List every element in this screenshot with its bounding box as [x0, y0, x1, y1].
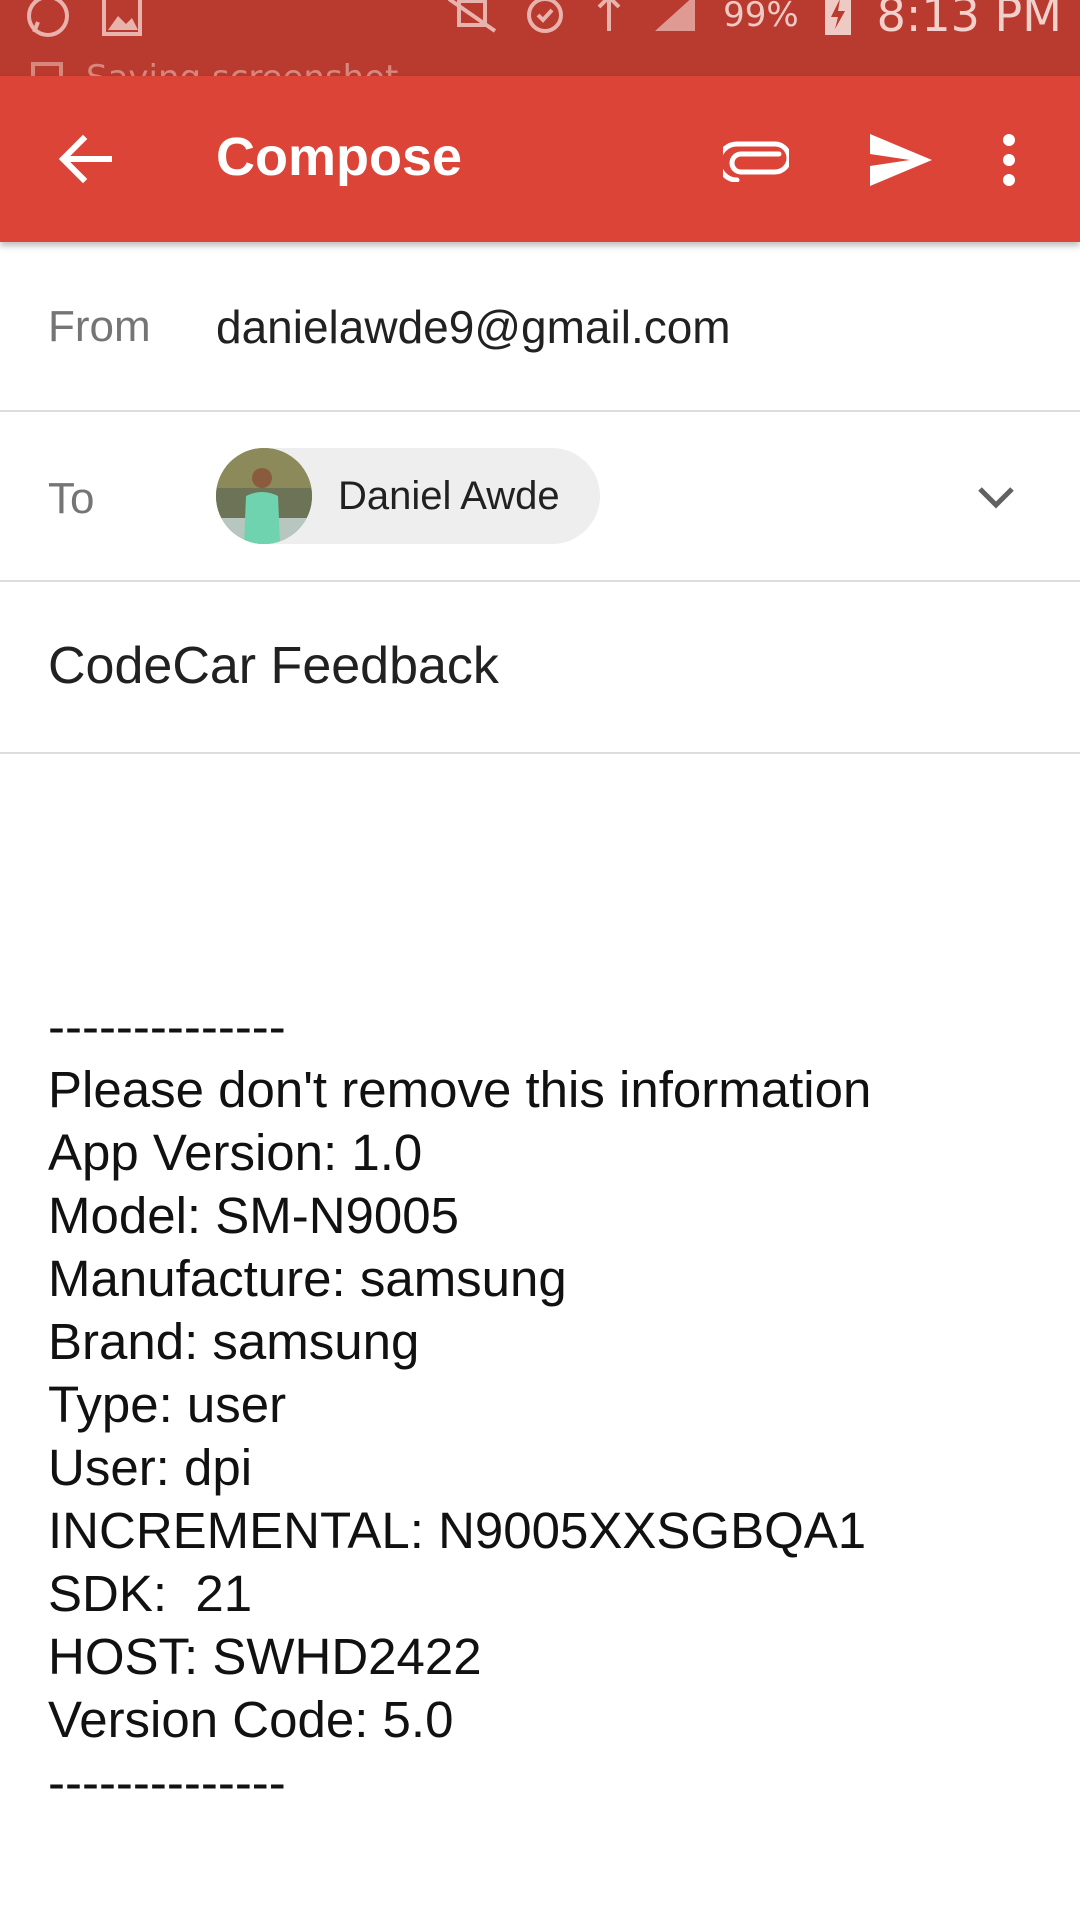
screenshot-icon [31, 62, 63, 76]
send-icon [870, 134, 932, 186]
mute-icon [445, 0, 499, 39]
alarm-icon [523, 0, 567, 39]
body-line: Manufacture: samsung [48, 1250, 567, 1307]
subject-row[interactable]: CodeCar Feedback [0, 582, 1080, 754]
from-row[interactable]: From danielawde9@gmail.com [0, 242, 1080, 412]
app-bar: Compose [0, 76, 1080, 242]
from-label: From [48, 302, 151, 351]
chevron-down-icon [978, 487, 1014, 509]
to-label: To [48, 474, 95, 523]
body-line: Please don't remove this information [48, 1061, 872, 1118]
body-line: HOST: SWHD2422 [48, 1628, 482, 1685]
signal-icon [651, 0, 699, 39]
from-address: danielawde9@gmail.com [216, 301, 731, 353]
body-line: User: dpi [48, 1439, 253, 1496]
avatar [216, 448, 312, 544]
gallery-icon [100, 0, 144, 42]
notification-text: Saving screenshot [86, 58, 398, 76]
recipient-chip[interactable]: Daniel Awde [216, 448, 600, 544]
body-line: App Version: 1.0 [48, 1124, 423, 1181]
attach-icon [723, 141, 789, 182]
expand-recipients-button[interactable] [964, 468, 1028, 528]
recipient-name: Daniel Awde [338, 473, 560, 518]
body-line: Brand: samsung [48, 1313, 420, 1370]
status-bar: 99% 8:13 PM Saving screenshot [0, 0, 1080, 76]
notification-ticker: Saving screenshot [30, 58, 398, 76]
battery-charging-icon [823, 0, 853, 41]
battery-percent: 99% [723, 0, 799, 35]
body-line: Model: SM-N9005 [48, 1187, 460, 1244]
body-line: SDK: 21 [48, 1565, 253, 1622]
message-body[interactable]: -------------- Please don't remove this … [48, 995, 1048, 1814]
to-row[interactable]: To Daniel Awde [0, 412, 1080, 582]
back-arrow-icon [58, 134, 112, 184]
send-button[interactable] [858, 120, 944, 200]
status-clock: 8:13 PM [876, 0, 1062, 42]
body-line: Type: user [48, 1376, 287, 1433]
page-title: Compose [216, 127, 463, 187]
subject-field[interactable]: CodeCar Feedback [48, 636, 499, 696]
body-line: -------------- [48, 1754, 286, 1811]
back-button[interactable] [40, 121, 130, 197]
wifi-icon [591, 0, 627, 39]
more-vert-icon [1003, 134, 1015, 186]
attach-button[interactable] [716, 124, 796, 196]
status-right-icons: 99% 8:13 PM [445, 0, 1062, 42]
more-options-button[interactable] [984, 120, 1034, 200]
whatsapp-icon [24, 0, 72, 44]
body-line: Version Code: 5.0 [48, 1691, 454, 1748]
body-line: INCREMENTAL: N9005XXSGBQA1 [48, 1502, 867, 1559]
status-left-icons [24, 0, 144, 44]
body-line: -------------- [48, 998, 286, 1055]
